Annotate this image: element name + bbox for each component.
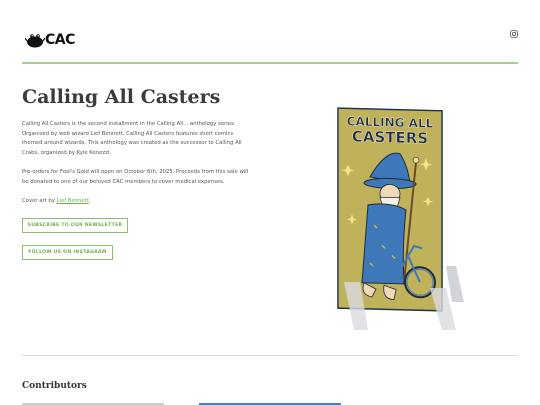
follow-instagram-button[interactable]: FOLLOW US ON INSTAGRAM — [22, 245, 113, 260]
subscribe-newsletter-button[interactable]: SUBSCRIBE TO OUR NEWSLETTER — [22, 218, 128, 233]
cover-credit-suffix: . — [88, 198, 91, 204]
site-header: CAC — [22, 28, 518, 54]
cover-artist-link[interactable]: Lief Bennett — [57, 198, 89, 204]
header-divider — [22, 62, 518, 64]
contributors-heading: Contributors — [22, 381, 87, 391]
crab-logo-icon — [25, 34, 45, 48]
instagram-icon[interactable] — [510, 30, 518, 38]
cover-credit-prefix: Cover art by — [22, 198, 57, 204]
section-divider — [22, 355, 518, 356]
intro-paragraph: Calling All Casters is the second instal… — [22, 121, 242, 156]
anthology-cover-image: CALLING ALL CASTERS — [337, 107, 464, 330]
logo-text: CAC — [45, 32, 75, 48]
site-logo[interactable]: CAC — [25, 30, 75, 50]
cover-title-line2: CASTERS — [352, 127, 428, 147]
cover-credit: Cover art by Lief Bennett. — [22, 197, 254, 207]
page-title: Calling All Casters — [22, 86, 221, 108]
preorder-paragraph: Pre-orders for Fool's Gold will open on … — [22, 169, 249, 185]
